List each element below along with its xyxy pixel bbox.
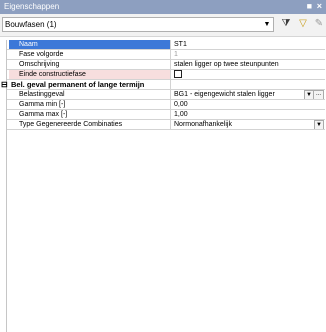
property-row-gamma-max[interactable]: Gamma max [-] 1,00 <box>7 110 325 120</box>
property-label: Omschrijving <box>19 61 60 68</box>
property-row-naam[interactable]: Naam ST1 <box>7 40 325 50</box>
property-label: Belastinggeval <box>19 91 65 98</box>
property-value[interactable] <box>170 70 325 79</box>
property-value[interactable]: 1,00 <box>170 110 325 119</box>
type-combinaties-value: Normonafhankelijk <box>174 121 232 128</box>
property-value[interactable]: stalen ligger op twee steunpunten <box>170 60 325 69</box>
ellipsis-button[interactable]: ... <box>313 90 324 99</box>
belastinggeval-value: BG1 - eigengewicht stalen ligger <box>174 91 275 98</box>
object-selector[interactable]: Bouwfasen (1) ▼ <box>2 17 274 32</box>
property-value: 1 <box>170 50 325 59</box>
category-label: Bel. geval permanent of lange termijn <box>11 80 145 89</box>
pin-icon[interactable]: ■ <box>307 1 312 11</box>
property-label: Fase volgorde <box>19 51 64 58</box>
chevron-down-icon[interactable]: ▼ <box>262 19 272 30</box>
property-value[interactable]: 0,00 <box>170 100 325 109</box>
panel-toolbar: Bouwfasen (1) ▼ ⧩ ▽ ✎ <box>0 14 326 37</box>
property-label: Naam <box>9 40 170 49</box>
property-row-einde-constructiefase[interactable]: Einde constructiefase <box>7 70 325 80</box>
property-value[interactable]: ST1 <box>170 40 325 49</box>
category-row[interactable]: ⊟ Bel. geval permanent of lange termijn <box>1 80 325 90</box>
property-label: Gamma max [-] <box>19 111 68 118</box>
property-value[interactable]: BG1 - eigengewicht stalen ligger ▼ ... <box>170 90 325 99</box>
category-value <box>170 80 325 89</box>
property-value[interactable]: Normonafhankelijk ▼ <box>170 120 325 129</box>
property-label: Einde constructiefase <box>9 70 170 79</box>
property-row-belastinggeval[interactable]: Belastinggeval BG1 - eigengewicht stalen… <box>7 90 325 100</box>
property-row-gamma-min[interactable]: Gamma min [-] 0,00 <box>7 100 325 110</box>
chevron-down-icon[interactable]: ▼ <box>314 120 324 129</box>
property-row-omschrijving[interactable]: Omschrijving stalen ligger op twee steun… <box>7 60 325 70</box>
property-label: Gamma min [-] <box>19 101 66 108</box>
pencil-icon[interactable]: ✎ <box>312 17 326 31</box>
close-icon[interactable]: × <box>317 1 322 11</box>
filter-highlight-icon[interactable]: ▽ <box>296 17 310 31</box>
collapse-icon[interactable]: ⊟ <box>1 80 8 89</box>
object-selector-value: Bouwfasen (1) <box>5 20 57 29</box>
property-row-fase-volgorde[interactable]: Fase volgorde 1 <box>7 50 325 60</box>
property-grid: Naam ST1 Fase volgorde 1 Omschrijving st… <box>1 40 325 332</box>
panel-titlebar: Eigenschappen ■ × <box>0 0 326 14</box>
property-row-type-combinaties[interactable]: Type Gegenereerde Combinaties Normonafha… <box>7 120 325 130</box>
panel-title: Eigenschappen <box>4 2 60 11</box>
property-label: Type Gegenereerde Combinaties <box>19 121 123 128</box>
checkbox[interactable] <box>174 70 182 78</box>
filter-icon[interactable]: ⧩ <box>279 17 293 31</box>
